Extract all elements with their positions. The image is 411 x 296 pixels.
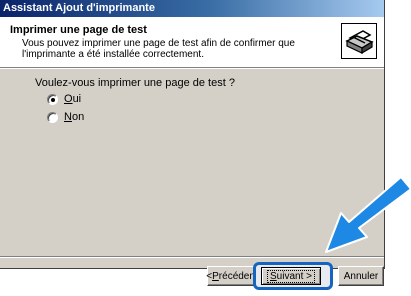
radio-yes-mnemonic: O	[64, 93, 73, 105]
radio-no-mnemonic: N	[64, 111, 72, 123]
back-button[interactable]: < Précédent	[206, 266, 258, 286]
pointer-arrow-icon	[325, 176, 411, 253]
header-divider	[0, 68, 384, 69]
test-page-question: Voulez-vous imprimer une page de test ?	[35, 77, 235, 89]
radio-no-label[interactable]: Non	[64, 111, 84, 123]
radio-yes-label-rest: ui	[72, 93, 82, 105]
radio-no-button[interactable]	[47, 111, 58, 123]
page-description: Vous pouvez imprimer une page de test af…	[22, 38, 295, 60]
radio-no-label-rest: on	[71, 111, 85, 123]
radio-option-no[interactable]: Non	[47, 110, 84, 124]
radio-yes-label[interactable]: Oui	[64, 93, 81, 105]
back-button-mnemonic: P	[212, 270, 219, 282]
back-button-rest: récédent	[218, 270, 258, 282]
next-button-mnemonic: S	[270, 270, 277, 282]
window-title: Assistant Ajout d'imprimante	[3, 2, 155, 14]
printer-icon	[341, 23, 377, 59]
screenshot-stage: Assistant Ajout d'imprimante Imprimer un…	[0, 0, 411, 296]
title-bar: Assistant Ajout d'imprimante	[0, 0, 384, 17]
radio-option-yes[interactable]: Oui	[47, 92, 81, 106]
radio-yes-button[interactable]	[47, 93, 58, 105]
page-title: Imprimer une page de test	[10, 24, 147, 36]
wizard-header: Imprimer une page de test Vous pouvez im…	[0, 17, 384, 68]
